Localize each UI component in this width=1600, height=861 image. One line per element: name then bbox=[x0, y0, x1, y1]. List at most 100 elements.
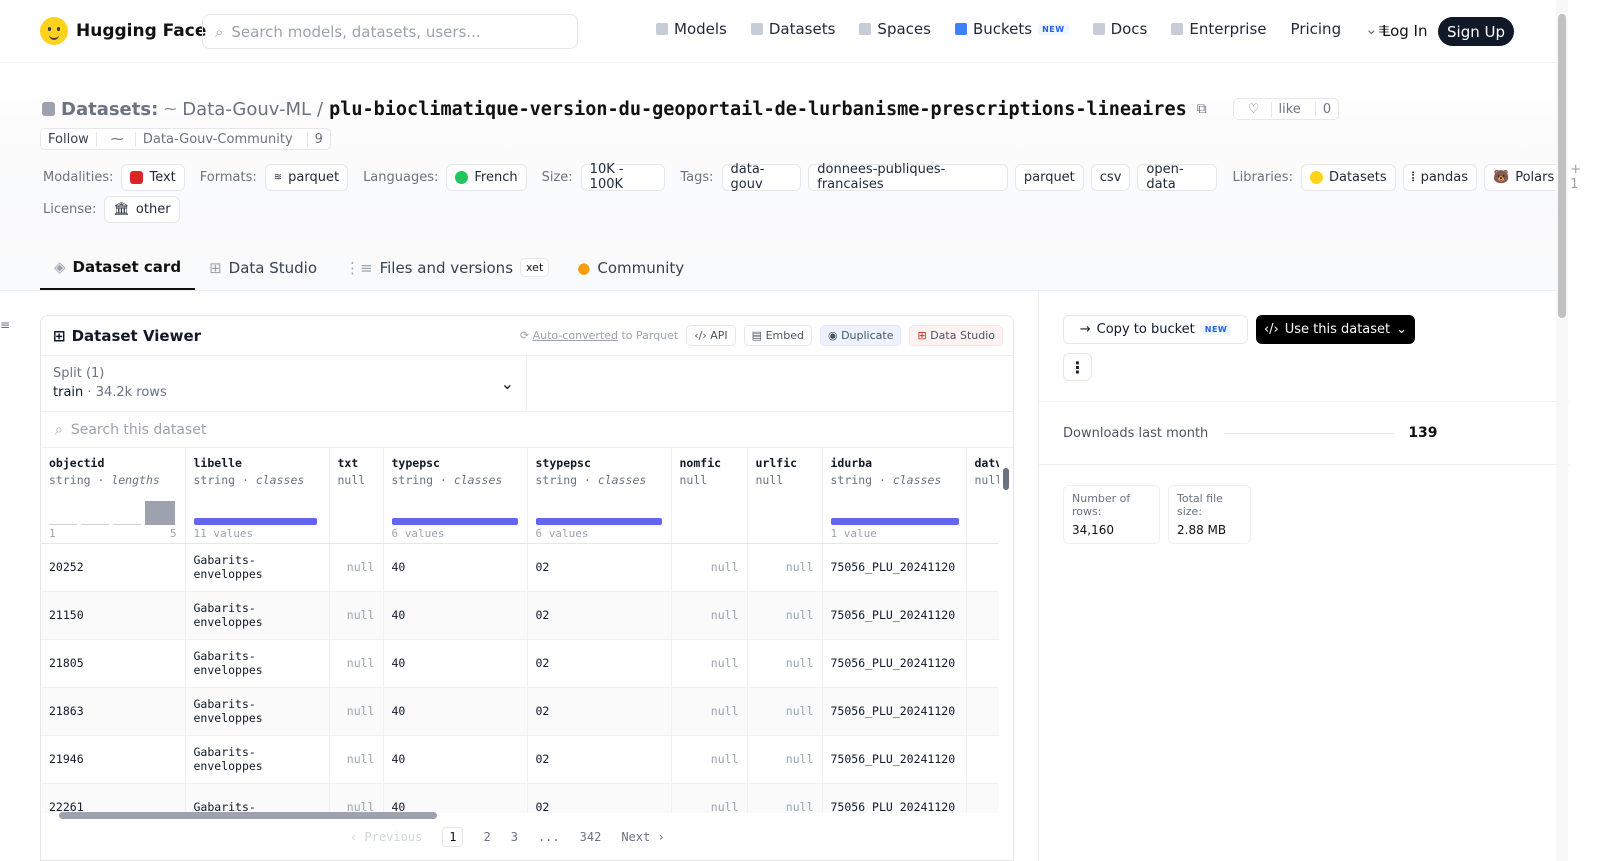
signup-button[interactable]: Sign Up bbox=[1438, 17, 1514, 46]
more-options-icon[interactable]: ⋮ bbox=[1063, 353, 1092, 381]
next-page[interactable]: Next › bbox=[621, 830, 664, 847]
brand-name: Hugging Face bbox=[76, 21, 207, 41]
follow-org: Data-Gouv-Community bbox=[134, 131, 300, 147]
tag-item[interactable]: data-gouv bbox=[721, 162, 802, 192]
table-row[interactable]: 20252 Gabarits- enveloppes null 40 02 null nul… bbox=[41, 543, 999, 592]
copy-to-bucket-button[interactable]: → Copy to bucket NEW bbox=[1063, 315, 1248, 344]
tag-modality[interactable]: Text bbox=[121, 163, 185, 191]
table-cell: Gabarits- enveloppes bbox=[185, 639, 330, 688]
column-header[interactable]: nomfic null bbox=[671, 448, 748, 544]
search-icon: ⌕ bbox=[215, 22, 224, 41]
use-dataset-button[interactable]: ‹/› Use this dataset ⌄ bbox=[1256, 315, 1415, 344]
table-row[interactable]: 21805 Gabarits- enveloppes null 40 02 null nul… bbox=[41, 639, 999, 688]
datasets-prefix[interactable]: Datasets: bbox=[61, 99, 158, 120]
nav-models[interactable]: Models bbox=[656, 20, 727, 38]
horizontal-scrollbar[interactable] bbox=[41, 808, 999, 822]
column-header[interactable]: stypepsc string · classes 6 values bbox=[527, 448, 672, 544]
table-cell: Gabarits- enveloppes bbox=[185, 687, 330, 736]
column-header[interactable]: urlfic null bbox=[747, 448, 823, 544]
owner-link[interactable]: Data-Gouv-ML bbox=[182, 99, 311, 120]
table-row[interactable]: 21863 Gabarits- enveloppes null 40 02 null nul… bbox=[41, 687, 999, 736]
page-button[interactable]: 1 bbox=[442, 827, 464, 847]
tag-item[interactable]: csv bbox=[1090, 163, 1131, 191]
tag-item[interactable]: donnees-publiques-francaises bbox=[808, 162, 1008, 192]
column-name: libelle bbox=[193, 456, 242, 470]
hist-max: 5 bbox=[169, 526, 177, 540]
table-cell: null bbox=[747, 591, 823, 640]
api-button[interactable]: ‹/› API bbox=[686, 325, 736, 346]
nav-pricing[interactable]: Pricing bbox=[1291, 20, 1342, 38]
tab-community[interactable]: ● Community bbox=[563, 245, 698, 290]
column-header[interactable]: typepsc string · classes 6 values bbox=[383, 448, 528, 544]
embed-button[interactable]: ▤ Embed bbox=[743, 325, 812, 346]
login-button[interactable]: Log In bbox=[1382, 22, 1428, 40]
column-header[interactable]: objectid string · lengths 15 bbox=[41, 448, 186, 544]
dataset-search-input[interactable]: ⌕ Search this dataset bbox=[41, 412, 1013, 448]
table-cell: 21863 bbox=[41, 687, 186, 736]
column-header[interactable]: datv null bbox=[966, 448, 1000, 544]
table-cell: 40 bbox=[383, 735, 528, 784]
prev-page[interactable]: ‹ Previous bbox=[350, 830, 422, 847]
table-cell: null bbox=[329, 639, 384, 688]
column-type: null bbox=[974, 473, 1000, 487]
tab-dataset-card[interactable]: ◈ Dataset card bbox=[40, 245, 196, 290]
class-bar bbox=[391, 517, 518, 525]
dataset-name[interactable]: plu-bioclimatique-version-du-geoportail-… bbox=[329, 99, 1187, 120]
table-cell bbox=[966, 687, 999, 736]
tag-library-pandas[interactable]: ⦙ pandas bbox=[1402, 163, 1478, 191]
grid-icon: ⊞ bbox=[53, 326, 66, 345]
size-stat: Total file size: 2.88 MB bbox=[1168, 485, 1251, 544]
nav-enterprise[interactable]: Enterprise bbox=[1171, 20, 1267, 38]
like-button[interactable]: ♡ like 0 bbox=[1232, 98, 1340, 120]
bank-icon: 🏛 bbox=[113, 202, 130, 217]
chevron-down-icon: ⌄ bbox=[500, 374, 514, 393]
column-name: typepsc bbox=[391, 456, 440, 470]
datasets-icon bbox=[750, 23, 763, 35]
tag-language[interactable]: French bbox=[446, 163, 527, 191]
tab-data-studio[interactable]: ⊞ Data Studio bbox=[195, 245, 331, 290]
table-row[interactable]: 21150 Gabarits- enveloppes null 40 02 null nul… bbox=[41, 591, 999, 640]
table-cell: 75056_PLU_20241120 bbox=[822, 735, 967, 784]
column-header[interactable]: txt null bbox=[329, 448, 384, 544]
nav-buckets[interactable]: Buckets NEW bbox=[954, 20, 1069, 38]
vertical-scrollbar[interactable] bbox=[1001, 456, 1011, 806]
page-button[interactable]: 3 bbox=[511, 830, 518, 847]
libraries-more[interactable]: + 1 bbox=[1570, 162, 1592, 192]
tag-item[interactable]: open-data bbox=[1137, 162, 1218, 192]
page-button[interactable]: 2 bbox=[483, 830, 490, 847]
data-studio-button[interactable]: ⊞ Data Studio bbox=[909, 325, 1003, 346]
tag-size[interactable]: 10K - 100K bbox=[580, 162, 666, 192]
split-label: Split (1) bbox=[53, 366, 105, 381]
nav-datasets[interactable]: Datasets bbox=[750, 20, 835, 38]
tag-item[interactable]: parquet bbox=[1014, 163, 1084, 191]
tag-library-datasets[interactable]: Datasets bbox=[1300, 163, 1396, 191]
enterprise-icon bbox=[1171, 23, 1184, 35]
rows-label: Number of rows: bbox=[1072, 492, 1131, 518]
nav-pricing-label: Pricing bbox=[1290, 20, 1342, 38]
table-row[interactable]: 21946 Gabarits- enveloppes null 40 02 null nul… bbox=[41, 735, 999, 784]
global-search-input[interactable]: ⌕ Search models, datasets, users... bbox=[202, 14, 578, 49]
languages-label: Languages: bbox=[363, 169, 439, 185]
tag-license[interactable]: 🏛 other bbox=[104, 196, 180, 223]
copy-icon[interactable]: ⧉ bbox=[1197, 101, 1207, 117]
class-bar bbox=[830, 517, 959, 525]
brand-logo[interactable]: Hugging Face bbox=[40, 17, 206, 45]
arrow-right-icon: → bbox=[1079, 322, 1091, 337]
column-name: txt bbox=[337, 456, 359, 470]
split-selector[interactable]: Split (1) train · 34.2k rows ⌄ bbox=[41, 356, 527, 411]
data-table: objectid string · lengths 15 libelle strin… bbox=[41, 448, 999, 813]
nav-docs[interactable]: Docs bbox=[1092, 20, 1147, 38]
page-button[interactable]: 342 bbox=[580, 830, 602, 847]
tab-files[interactable]: ⋮≡ Files and versions xet bbox=[331, 245, 563, 290]
follow-button[interactable]: Follow ⁓ Data-Gouv-Community 9 bbox=[40, 128, 331, 150]
tag-format[interactable]: ≋ parquet bbox=[264, 163, 349, 191]
org-avatar-icon: ⁓ bbox=[164, 102, 177, 116]
column-header[interactable]: idurba string · classes 1 value bbox=[822, 448, 967, 544]
auto-converted-link[interactable]: Auto-converted bbox=[533, 329, 618, 342]
tag-library-polars[interactable]: 🐻 Polars bbox=[1484, 163, 1564, 191]
page-scrollbar[interactable] bbox=[1556, 0, 1568, 861]
duplicate-button[interactable]: ◉ Duplicate bbox=[819, 325, 902, 346]
sidebar-toggle-icon[interactable]: ≡ bbox=[0, 318, 10, 332]
column-header[interactable]: libelle string · classes 11 values bbox=[185, 448, 330, 544]
nav-spaces[interactable]: Spaces bbox=[859, 20, 931, 38]
